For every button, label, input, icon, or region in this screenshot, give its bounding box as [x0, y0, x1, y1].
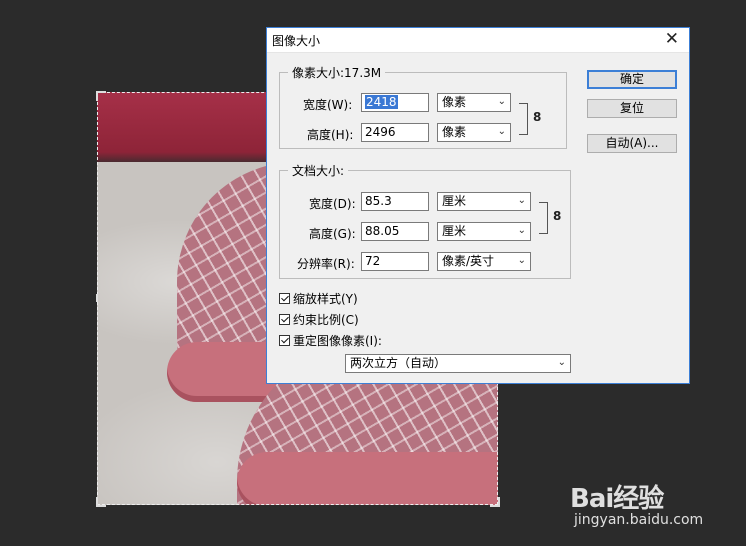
crop-handle-bottom-right[interactable]: [490, 497, 500, 507]
baidu-jingyan-logo: Bai经验: [570, 478, 664, 515]
pixel-height-input[interactable]: 2496: [361, 123, 429, 142]
reset-button[interactable]: 复位: [587, 99, 677, 118]
chevron-down-icon: ⌄: [497, 96, 506, 107]
auto-button[interactable]: 自动(A)...: [587, 134, 677, 153]
doc-height-label: 高度(G):: [309, 227, 356, 241]
chevron-down-icon: ⌄: [497, 126, 506, 137]
resample-image-checkbox[interactable]: [279, 335, 290, 346]
pixel-height-value: 2496: [365, 125, 396, 139]
resample-image-label: 重定图像像素(I):: [293, 334, 382, 348]
doc-height-input[interactable]: 88.05: [361, 222, 429, 241]
pixel-width-unit-value: 像素: [442, 95, 467, 109]
doc-link-bracket: [539, 202, 548, 234]
crop-handle-top-left[interactable]: [96, 91, 106, 101]
close-icon[interactable]: ✕: [665, 29, 679, 49]
chevron-down-icon: ⌄: [517, 255, 526, 266]
pixel-height-unit-value: 像素: [442, 125, 467, 139]
chevron-down-icon: ⌄: [517, 225, 526, 236]
crop-handle-middle-left[interactable]: [96, 294, 98, 302]
resolution-input[interactable]: 72: [361, 252, 429, 271]
constrain-proportions-row[interactable]: 约束比例(C): [279, 311, 359, 328]
resample-image-row[interactable]: 重定图像像素(I):: [279, 332, 382, 349]
resample-method-select[interactable]: 两次立方（自动） ⌄: [345, 354, 571, 373]
resolution-value: 72: [365, 254, 381, 268]
image-size-dialog: 图像大小 ✕ 像素大小:17.3M 宽度(W): 2418 像素 ⌄ 高度(H)…: [266, 27, 690, 384]
document-size-legend: 文档大小:: [288, 162, 349, 179]
watermark-logo-text: Bai经验: [570, 484, 664, 514]
watermark-url: jingyan.baidu.com: [574, 512, 704, 528]
chevron-down-icon: ⌄: [557, 357, 566, 368]
ok-button[interactable]: 确定: [587, 70, 677, 89]
pixel-width-value: 2418: [365, 95, 398, 109]
doc-height-unit-select[interactable]: 厘米 ⌄: [437, 222, 531, 241]
dialog-title: 图像大小: [272, 34, 321, 48]
scale-styles-label: 缩放样式(Y): [293, 292, 358, 306]
constrain-proportions-checkbox[interactable]: [279, 314, 290, 325]
doc-height-unit-value: 厘米: [442, 224, 467, 238]
scale-styles-checkbox[interactable]: [279, 293, 290, 304]
pixel-width-input[interactable]: 2418: [361, 93, 429, 112]
chain-link-icon: 8: [553, 209, 562, 223]
pixel-height-unit-select[interactable]: 像素 ⌄: [437, 123, 511, 142]
pixel-link-bracket: [519, 103, 528, 135]
doc-width-value: 85.3: [365, 194, 392, 208]
constrain-proportions-label: 约束比例(C): [293, 313, 359, 327]
doc-width-unit-select[interactable]: 厘米 ⌄: [437, 192, 531, 211]
chevron-down-icon: ⌄: [517, 195, 526, 206]
doc-width-unit-value: 厘米: [442, 194, 467, 208]
pixel-width-unit-select[interactable]: 像素 ⌄: [437, 93, 511, 112]
scale-styles-row[interactable]: 缩放样式(Y): [279, 290, 358, 307]
resolution-unit-value: 像素/英寸: [442, 254, 495, 268]
doc-width-input[interactable]: 85.3: [361, 192, 429, 211]
dialog-titlebar[interactable]: 图像大小 ✕: [267, 28, 689, 53]
doc-width-label: 宽度(D):: [309, 197, 356, 211]
resample-method-value: 两次立方（自动）: [350, 356, 447, 370]
doc-height-value: 88.05: [365, 224, 400, 238]
crop-handle-bottom-left[interactable]: [96, 497, 106, 507]
resolution-unit-select[interactable]: 像素/英寸 ⌄: [437, 252, 531, 271]
pixel-height-label: 高度(H):: [307, 128, 354, 142]
pixel-width-label: 宽度(W):: [303, 98, 353, 112]
chain-link-icon: 8: [533, 110, 542, 124]
pixel-dimensions-legend: 像素大小:17.3M: [288, 64, 386, 81]
resolution-label: 分辨率(R):: [297, 257, 355, 271]
